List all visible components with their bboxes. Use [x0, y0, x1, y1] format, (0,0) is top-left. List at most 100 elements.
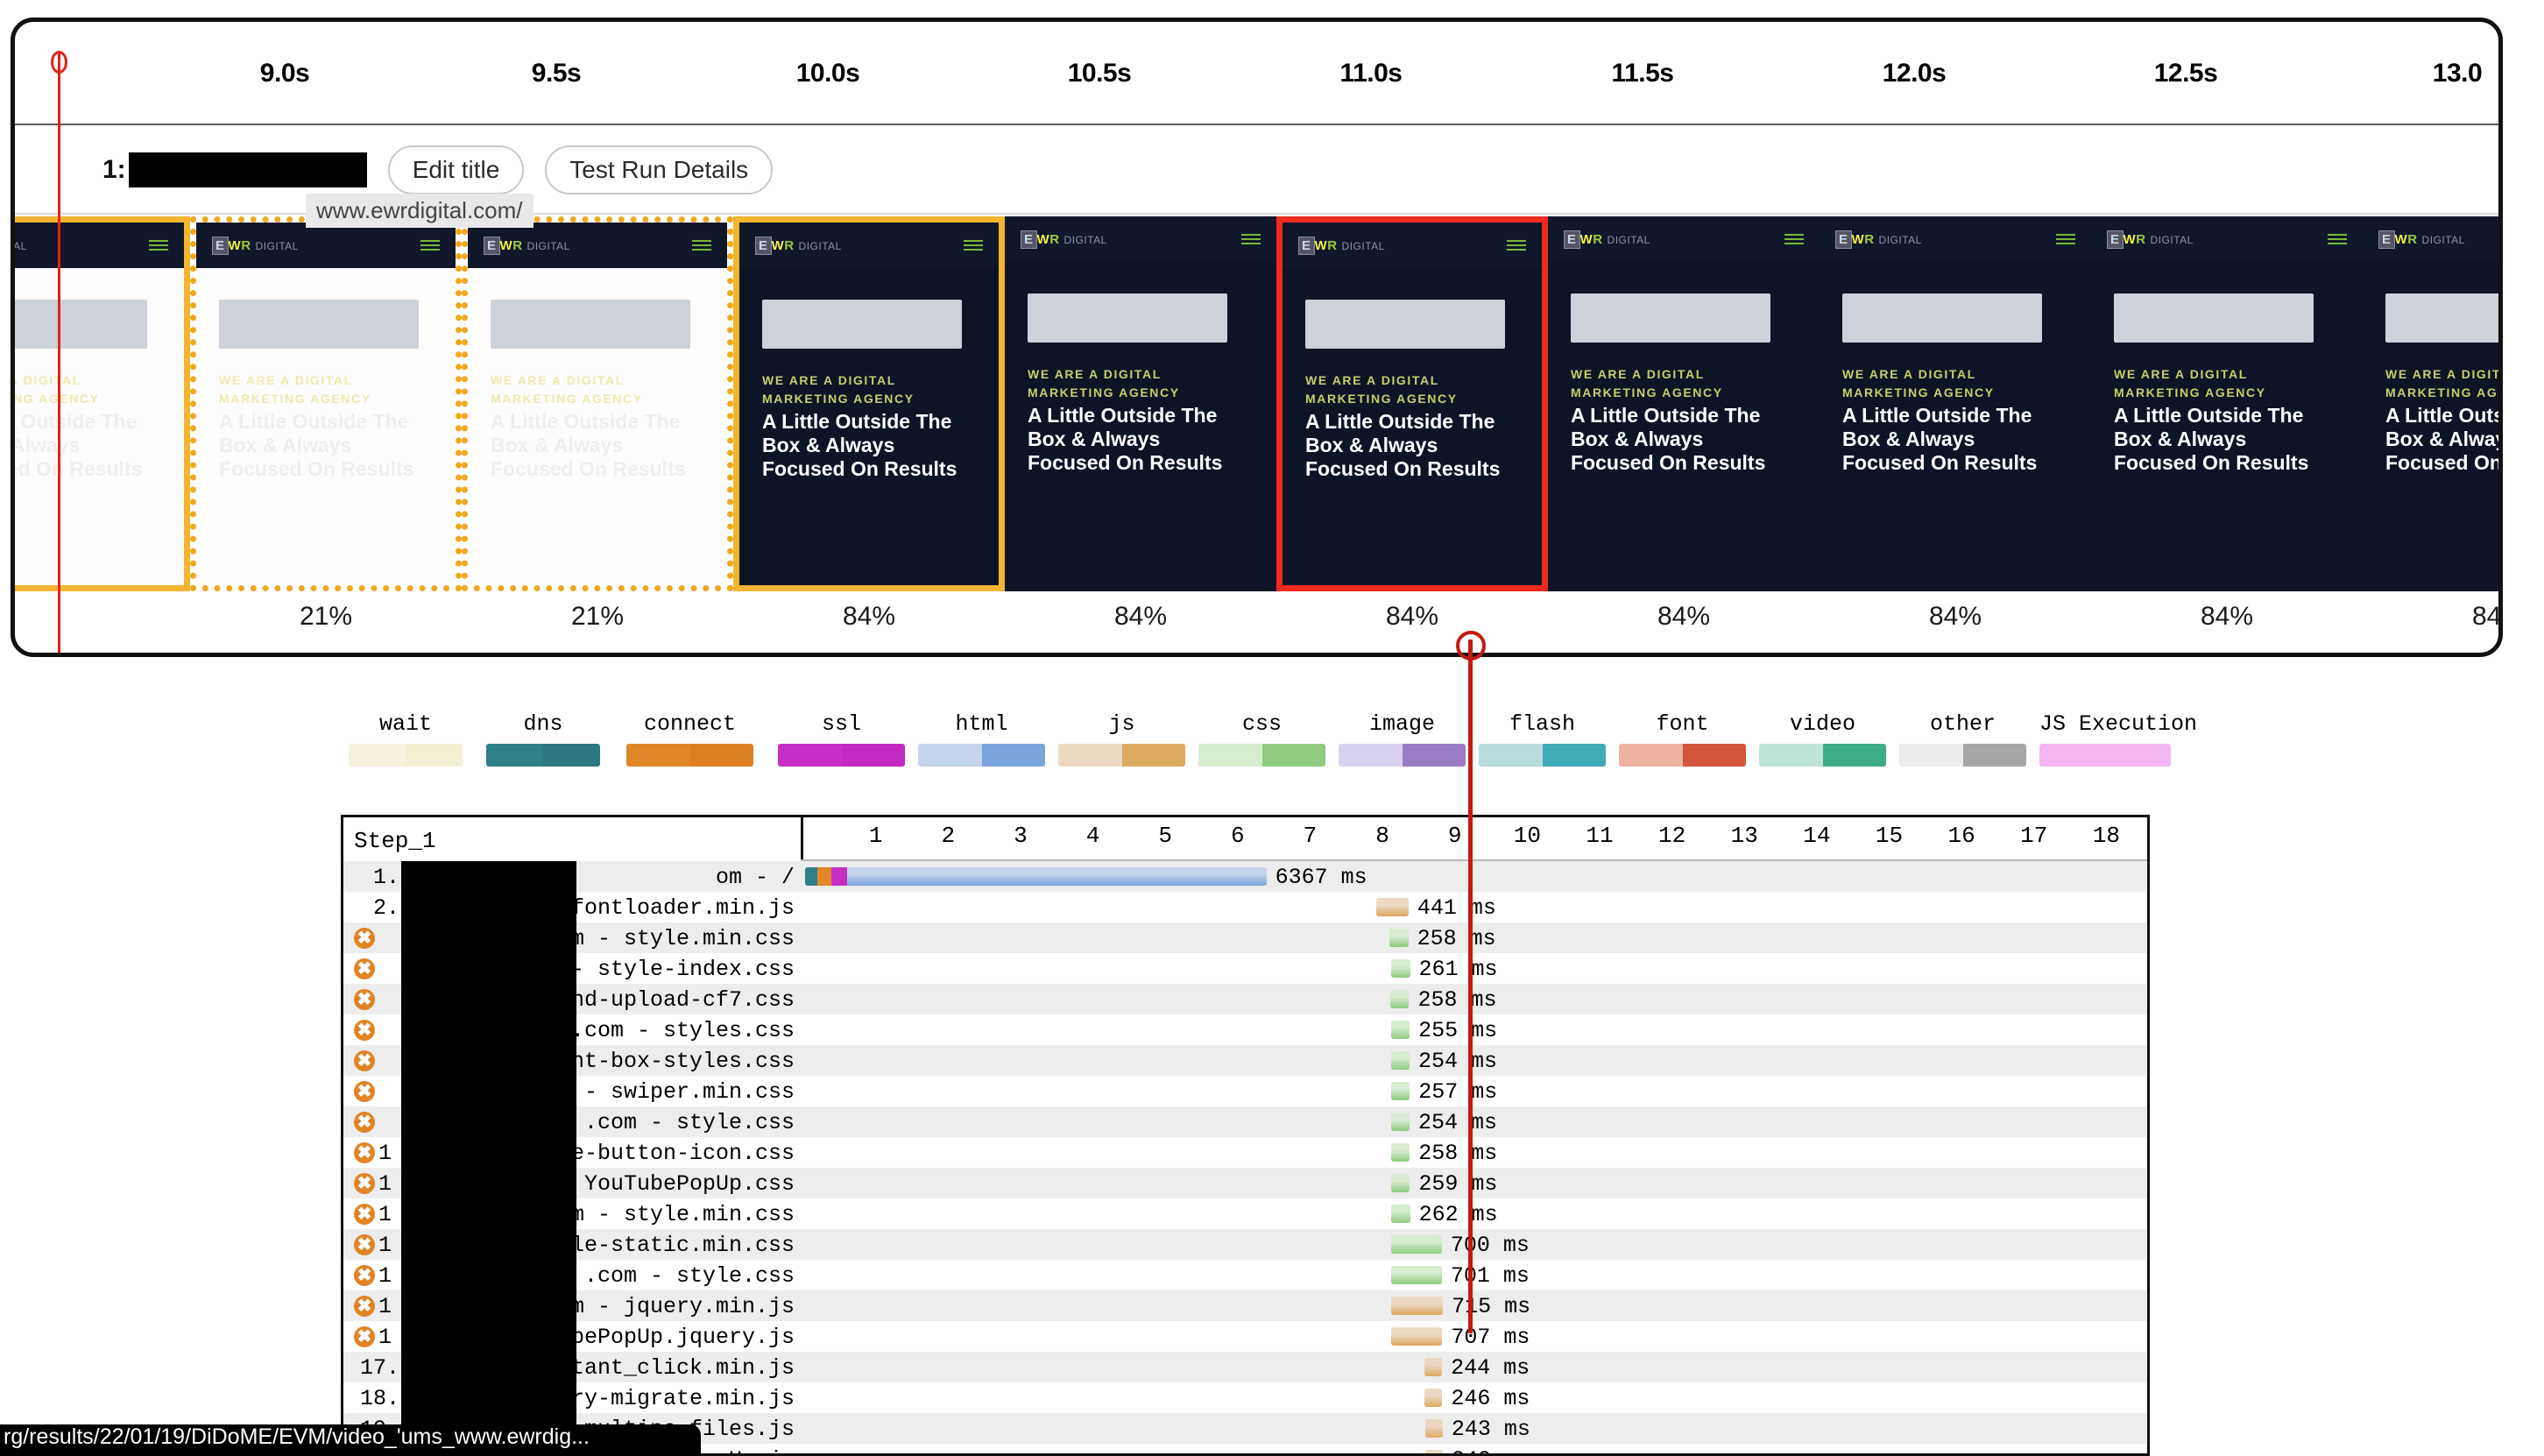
request-bar[interactable] [1390, 1113, 1410, 1131]
request-name: ..bePopUp.jquery.js [544, 1325, 795, 1350]
x-tick-12: 12 [1658, 823, 1686, 849]
request-name: .com - styles.css [570, 1018, 795, 1043]
hamburger-menu-icon[interactable] [964, 237, 983, 253]
frame-thumbnail[interactable]: EWRDIGITAL WE ARE A DIGITALMARKETING AGEN… [13, 216, 190, 591]
request-row[interactable]: ✖ 1 .com - style.css 701 ms [343, 1260, 2147, 1290]
legend-swatch [349, 744, 463, 767]
request-bar[interactable] [1390, 1021, 1410, 1039]
hamburger-menu-icon[interactable] [1507, 237, 1526, 253]
request-row[interactable]: ✖ 1 ..e-button-icon.css 258 ms [343, 1137, 2147, 1168]
filmstrip-frame[interactable]: EWRDIGITAL WE ARE A DIGITALMARKETING AGEN… [13, 216, 190, 653]
frame-thumbnail[interactable]: EWRDIGITAL WE ARE A DIGITALMARKETING AGEN… [1005, 216, 1276, 591]
request-duration: 255 ms [1418, 1018, 1498, 1043]
frame-thumbnail[interactable]: EWRDIGITAL WE ARE A DIGITALMARKETING AGEN… [190, 216, 462, 591]
request-bar[interactable] [1390, 1235, 1442, 1254]
error-icon: ✖ [354, 1173, 375, 1194]
hamburger-menu-icon[interactable] [420, 237, 440, 253]
request-bar[interactable] [1390, 1266, 1442, 1284]
request-bar[interactable] [1390, 1174, 1410, 1192]
request-name: .com - style.css [583, 1110, 795, 1135]
test-run-details-button[interactable]: Test Run Details [545, 145, 774, 194]
request-row[interactable]: 18. ..ery-migrate.min.js 246 ms [343, 1382, 2147, 1413]
request-row[interactable]: ✖ ..m - style.min.css 258 ms [343, 922, 2147, 953]
playhead-handle[interactable] [51, 51, 67, 74]
hamburger-menu-icon[interactable] [1241, 231, 1261, 247]
request-row[interactable]: ✖ 1 .. YouTubePopUp.css 259 ms [343, 1168, 2147, 1198]
request-name: om - / [715, 865, 795, 890]
frame-thumbnail[interactable]: EWRDIGITAL WE ARE A DIGITALMARKETING AGEN… [462, 216, 733, 591]
request-bar[interactable] [1390, 959, 1410, 978]
site-logo: EWRDIGITAL [13, 239, 27, 252]
legend-item-video: video [1759, 711, 1886, 767]
frame-thumbnail[interactable]: EWRDIGITAL WE ARE A DIGITALMARKETING AGEN… [2363, 216, 2498, 591]
request-row[interactable]: ✖ .com - styles.css 255 ms [343, 1014, 2147, 1045]
filmstrip-frame[interactable]: EWRDIGITAL WE ARE A DIGITALMARKETING AGEN… [1276, 216, 1548, 653]
site-logo: EWRDIGITAL [1835, 230, 1922, 249]
request-row[interactable]: ✖ 1 ..m - jquery.min.js 715 ms [343, 1290, 2147, 1321]
request-bar[interactable] [1424, 1419, 1443, 1438]
request-bar[interactable] [1424, 1358, 1443, 1376]
filmstrip-frame[interactable]: EWRDIGITAL WE ARE A DIGITALMARKETING AGEN… [2091, 216, 2363, 653]
filmstrip-frame[interactable]: EWRDIGITAL WE ARE A DIGITALMARKETING AGEN… [1005, 216, 1276, 653]
request-name: ..m - style.min.css [544, 926, 795, 951]
request-bar[interactable] [1390, 1205, 1410, 1223]
request-row[interactable]: ✖ ..ht-box-styles.css 254 ms [343, 1045, 2147, 1076]
request-row[interactable]: ✖ 1 ..m - style.min.css 262 ms [343, 1198, 2147, 1229]
request-row[interactable]: 17. ..stant_click.min.js 244 ms [343, 1352, 2147, 1382]
legend-label: image [1368, 711, 1435, 737]
request-row[interactable]: ✖ 1 ..le-static.min.css 700 ms [343, 1229, 2147, 1260]
request-bar[interactable] [1390, 1297, 1444, 1315]
filmstrip-panel: 9.0s 9.5s 10.0s 10.5s 11.0s 11.5s 12.0s 12.5s 13… [11, 18, 2503, 657]
eyebrow-text: WE ARE A DIGITALMARKETING AGENCY [1305, 373, 1458, 406]
legend-swatch [1619, 744, 1746, 767]
filmstrip-frame[interactable]: EWRDIGITAL WE ARE A DIGITALMARKETING AGEN… [462, 216, 733, 653]
request-bar[interactable] [1376, 898, 1409, 916]
request-name: ..e-button-icon.css [544, 1141, 795, 1166]
legend-label: ssl [821, 711, 861, 737]
request-row[interactable]: ✖ 1 ..bePopUp.jquery.js 707 ms [343, 1321, 2147, 1352]
filmstrip-frame[interactable]: EWRDIGITAL WE ARE A DIGITALMARKETING AGEN… [2363, 216, 2498, 653]
frame-thumbnail[interactable]: EWRDIGITAL WE ARE A DIGITALMARKETING AGEN… [1548, 216, 1820, 591]
headline-text: A Little Outside The Box & Always Focuse… [1305, 410, 1501, 481]
edit-title-button[interactable]: Edit title [387, 145, 525, 194]
request-bar[interactable] [1390, 1327, 1443, 1346]
error-icon: ✖ [354, 1050, 375, 1071]
request-bar[interactable] [1390, 1143, 1410, 1162]
url-tooltip: www.ewrdigital.com/ [306, 194, 534, 228]
request-row[interactable]: ✖ .com - style.css 254 ms [343, 1106, 2147, 1137]
request-row[interactable]: ✖ .. - swiper.min.css 257 ms [343, 1076, 2147, 1106]
hamburger-menu-icon[interactable] [2056, 231, 2075, 247]
frame-thumbnail[interactable]: EWRDIGITAL WE ARE A DIGITALMARKETING AGEN… [2091, 216, 2363, 591]
request-row[interactable]: 1. om - / 6367 ms [343, 861, 2147, 892]
hamburger-menu-icon[interactable] [692, 237, 711, 253]
legend-swatch [918, 744, 1045, 767]
request-bar[interactable] [805, 867, 1267, 886]
request-name: ..stant_click.min.js [531, 1355, 795, 1381]
request-bar[interactable] [1390, 1082, 1410, 1100]
headline-text: A Little Outside The Box & Always Focuse… [2114, 404, 2309, 475]
site-navbar: EWRDIGITAL [1005, 216, 1276, 262]
request-row[interactable]: 2. ..bfontloader.min.js 441 ms [343, 892, 2147, 922]
waterfall-playhead-handle[interactable] [1456, 631, 1486, 661]
filmstrip-frame[interactable]: EWRDIGITAL WE ARE A DIGITALMARKETING AGEN… [190, 216, 462, 653]
request-duration: 701 ms [1450, 1263, 1530, 1289]
hamburger-menu-icon[interactable] [1784, 231, 1804, 247]
hamburger-menu-icon[interactable] [149, 237, 168, 253]
frame-thumbnail[interactable]: EWRDIGITAL WE ARE A DIGITALMARKETING AGEN… [733, 216, 1005, 591]
request-bar[interactable] [1390, 1051, 1410, 1070]
request-bar[interactable] [1390, 990, 1410, 1008]
request-bar[interactable] [1424, 1389, 1443, 1407]
request-name: .. - swiper.min.css [544, 1079, 795, 1105]
hamburger-menu-icon[interactable] [2328, 231, 2347, 247]
frame-thumbnail[interactable]: EWRDIGITAL WE ARE A DIGITALMARKETING AGEN… [1820, 216, 2091, 591]
playhead-line [58, 52, 60, 653]
request-bar[interactable] [1424, 1450, 1443, 1453]
request-number: 1 [378, 1325, 392, 1350]
request-row[interactable]: ✖ ..- style-index.css 261 ms [343, 953, 2147, 984]
filmstrip-frame[interactable]: EWRDIGITAL WE ARE A DIGITALMARKETING AGEN… [1548, 216, 1820, 653]
request-row[interactable]: ✖ ..nd-upload-cf7.css 258 ms [343, 984, 2147, 1014]
filmstrip-frame[interactable]: EWRDIGITAL WE ARE A DIGITALMARKETING AGEN… [1820, 216, 2091, 653]
frame-thumbnail[interactable]: EWRDIGITAL WE ARE A DIGITALMARKETING AGEN… [1276, 216, 1548, 591]
filmstrip-frame[interactable]: EWRDIGITAL WE ARE A DIGITALMARKETING AGEN… [733, 216, 1005, 653]
request-bar[interactable] [1389, 929, 1409, 947]
